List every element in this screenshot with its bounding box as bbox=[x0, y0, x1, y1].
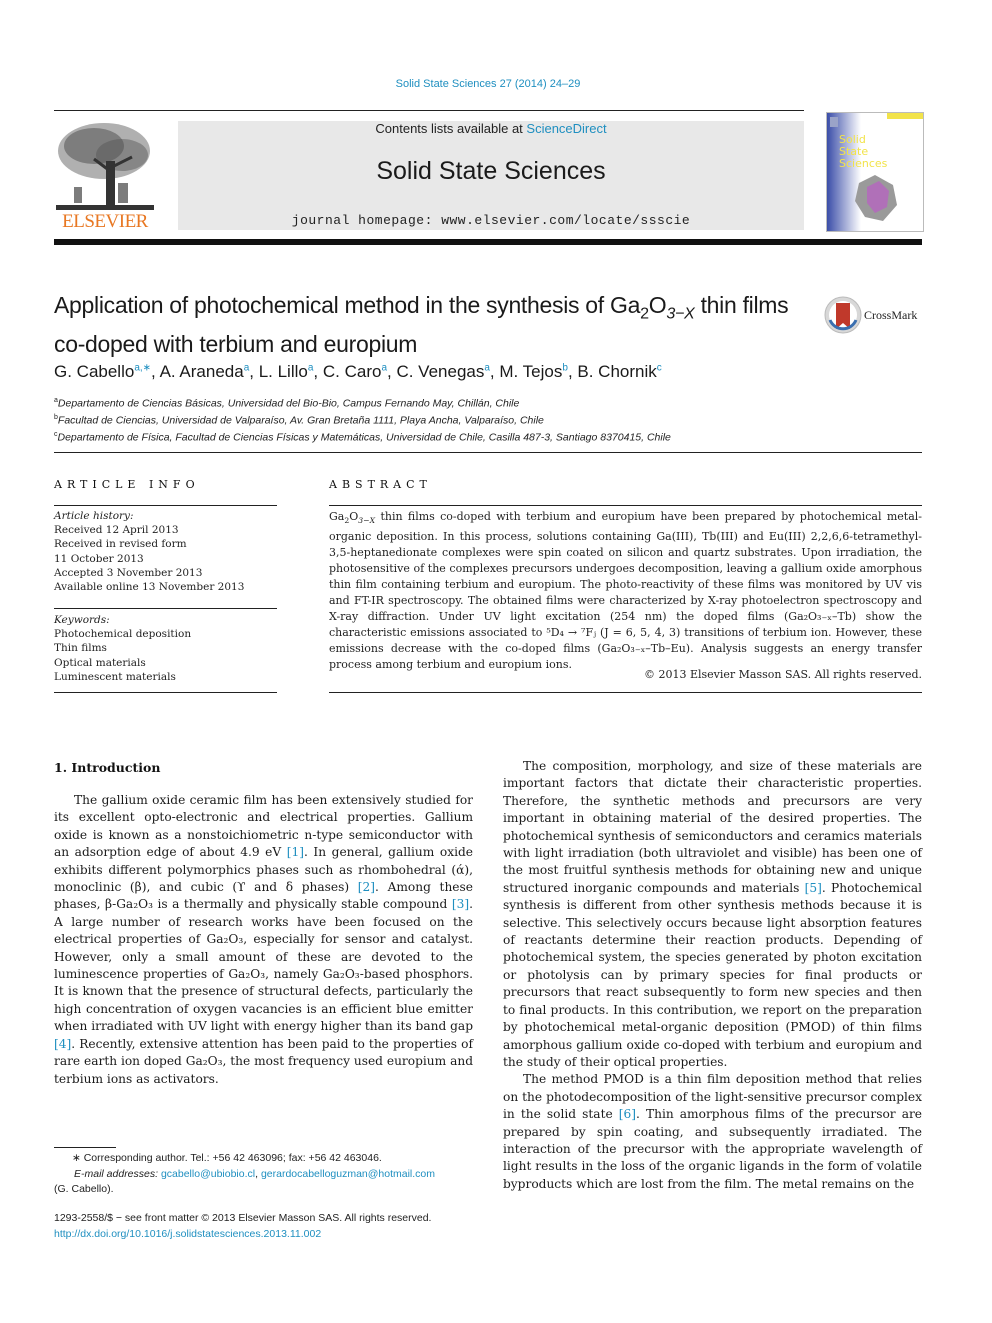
email-link[interactable]: gcabello@ubiobio.cl bbox=[161, 1168, 255, 1180]
article-title: Application of photochemical method in t… bbox=[54, 290, 814, 359]
history-item: Received 12 April 2013 bbox=[54, 524, 179, 537]
crossmark-label: CrossMark bbox=[864, 308, 918, 322]
contents-line: Contents lists available at ScienceDirec… bbox=[178, 121, 804, 136]
email-owner: (G. Cabello). bbox=[54, 1183, 114, 1195]
keyword: Luminescent materials bbox=[54, 670, 176, 683]
title-text-2: O bbox=[648, 292, 667, 318]
title-sub-2: 3−X bbox=[666, 304, 695, 323]
body-column-left: The gallium oxide ceramic film has been … bbox=[54, 792, 473, 1088]
abstract-heading: ABSTRACT bbox=[329, 478, 432, 491]
journal-homepage[interactable]: journal homepage: www.elsevier.com/locat… bbox=[178, 213, 804, 228]
divider bbox=[54, 505, 277, 506]
doi-link[interactable]: http://dx.doi.org/10.1016/j.solidstatesc… bbox=[54, 1228, 321, 1240]
divider bbox=[329, 505, 922, 506]
abstract-text: Ga2O3−X thin films co-doped with terbium… bbox=[329, 510, 922, 672]
author[interactable]: C. Caroa, bbox=[323, 362, 397, 381]
affiliation: bFacultad de Ciencias, Universidad de Va… bbox=[54, 414, 544, 427]
reference-link[interactable]: [4] bbox=[54, 1037, 71, 1051]
header-thick-rule bbox=[54, 239, 922, 245]
introduction-heading: 1. Introduction bbox=[54, 760, 161, 775]
crossmark-button[interactable]: CrossMark bbox=[824, 296, 924, 336]
email-line: E-mail addresses: gcabello@ubiobio.cl, g… bbox=[74, 1167, 436, 1180]
author-list: G. Cabelloa,∗, A. Aranedaa, L. Lilloa, C… bbox=[54, 362, 934, 382]
section-divider bbox=[54, 452, 922, 453]
paragraph: The composition, morphology, and size of… bbox=[503, 759, 922, 1069]
title-sub-1: 2 bbox=[640, 304, 649, 323]
reference-link[interactable]: [6] bbox=[619, 1107, 636, 1121]
reference-link[interactable]: [1] bbox=[287, 845, 304, 859]
author[interactable]: M. Tejosb, bbox=[499, 362, 577, 381]
paragraph: The method PMOD is a thin film depositio… bbox=[503, 1072, 922, 1191]
crossmark-icon bbox=[824, 296, 862, 334]
corresponding-author-note: ∗ Corresponding author. Tel.: +56 42 463… bbox=[72, 1152, 382, 1164]
author[interactable]: B. Chornikc bbox=[577, 362, 661, 381]
journal-cover-image: Solid State Sciences bbox=[827, 113, 923, 231]
issn-line: 1293-2558/$ − see front matter © 2013 El… bbox=[54, 1211, 494, 1242]
divider bbox=[54, 692, 277, 693]
article-history: Article history: Received 12 April 2013 … bbox=[54, 509, 277, 594]
title-text-1: Application of photochemical method in t… bbox=[54, 292, 641, 318]
history-item: Available online 13 November 2013 bbox=[54, 581, 245, 594]
keywords-label: Keywords: bbox=[54, 614, 110, 626]
divider bbox=[329, 692, 922, 693]
abstract-copyright: © 2013 Elsevier Masson SAS. All rights r… bbox=[643, 668, 922, 681]
footnote: ∗ Corresponding author. Tel.: +56 42 463… bbox=[54, 1151, 473, 1198]
contents-prefix: Contents lists available at bbox=[375, 121, 527, 136]
footnote-rule bbox=[54, 1147, 116, 1148]
affiliation: aDepartamento de Ciencias Básicas, Unive… bbox=[54, 397, 520, 410]
reference-link[interactable]: [2] bbox=[358, 880, 375, 894]
elsevier-logo[interactable]: ELSEVIER bbox=[54, 121, 156, 233]
reference-link[interactable]: [3] bbox=[452, 897, 469, 911]
keywords: Keywords: Photochemical deposition Thin … bbox=[54, 613, 277, 684]
journal-cover[interactable]: Solid State Sciences bbox=[826, 112, 924, 232]
elsevier-wordmark: ELSEVIER bbox=[62, 211, 148, 232]
svg-text:Sciences: Sciences bbox=[839, 157, 888, 170]
history-item: Accepted 3 November 2013 bbox=[54, 566, 203, 579]
paragraph: The gallium oxide ceramic film has been … bbox=[54, 793, 474, 1086]
history-item: 11 October 2013 bbox=[54, 552, 144, 565]
sciencedirect-link[interactable]: ScienceDirect bbox=[526, 121, 606, 136]
history-item: Received in revised form bbox=[54, 538, 187, 551]
elsevier-tree-icon bbox=[54, 121, 156, 213]
email-label: E-mail addresses: bbox=[74, 1167, 159, 1180]
keyword: Photochemical deposition bbox=[54, 628, 192, 641]
author[interactable]: L. Lilloa, bbox=[259, 362, 323, 381]
author[interactable]: A. Aranedaa, bbox=[160, 362, 259, 381]
affiliation: cDepartamento de Física, Facultad de Cie… bbox=[54, 431, 671, 444]
divider bbox=[54, 608, 277, 609]
history-label: Article history: bbox=[54, 510, 134, 522]
front-matter: 1293-2558/$ − see front matter © 2013 El… bbox=[54, 1212, 432, 1224]
keyword: Optical materials bbox=[54, 656, 146, 669]
author[interactable]: C. Venegasa, bbox=[396, 362, 499, 381]
affiliations: aDepartamento de Ciencias Básicas, Unive… bbox=[54, 394, 934, 445]
keyword: Thin films bbox=[54, 642, 107, 655]
body-column-right: The composition, morphology, and size of… bbox=[503, 758, 922, 1193]
author[interactable]: G. Cabelloa,∗, bbox=[54, 362, 160, 381]
reference-link[interactable]: [5] bbox=[805, 881, 822, 895]
header-rule bbox=[54, 110, 804, 111]
email-link[interactable]: gerardocabelloguzman@hotmail.com bbox=[261, 1168, 435, 1180]
article-info-heading: ARTICLE INFO bbox=[54, 478, 200, 491]
journal-title: Solid State Sciences bbox=[376, 157, 606, 185]
journal-citation[interactable]: Solid State Sciences 27 (2014) 24–29 bbox=[0, 78, 976, 90]
